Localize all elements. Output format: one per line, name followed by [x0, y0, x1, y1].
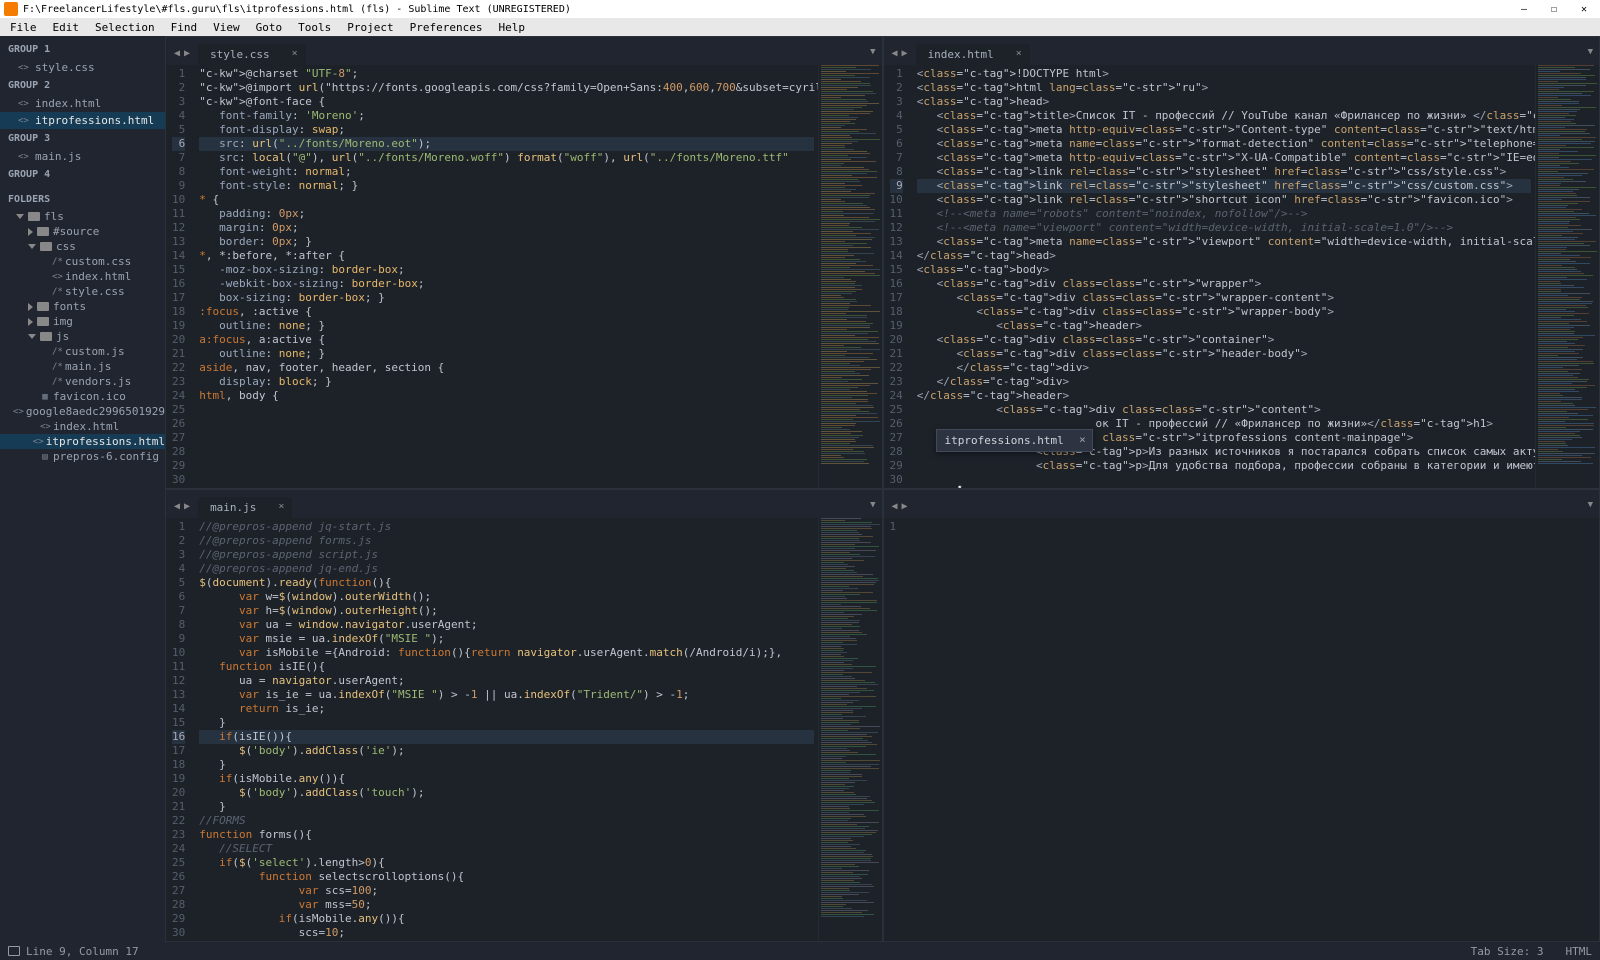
menu-file[interactable]: File [2, 21, 45, 34]
prev-tab-icon[interactable]: ◀ [172, 501, 182, 512]
editor-content[interactable]: //@prepros-append jq-start.js//@prepros-… [195, 518, 817, 941]
file-css-index-html[interactable]: <>index.html [0, 269, 165, 284]
close-tab-icon[interactable]: × [278, 501, 284, 512]
group-3-header[interactable]: GROUP 3 [0, 129, 165, 148]
file-vendors-js[interactable]: /*vendors.js [0, 374, 165, 389]
tab-style-css[interactable]: style.css× [198, 44, 306, 65]
minimap[interactable] [818, 65, 882, 488]
panel-toggle-icon[interactable] [8, 946, 20, 956]
menu-help[interactable]: Help [490, 21, 533, 34]
status-bar: Line 9, Column 17 Tab Size: 3 HTML [0, 942, 1600, 960]
pane-4: ◀▶ ▼ 1 [883, 489, 1600, 942]
folder-css[interactable]: css [0, 239, 165, 254]
minimap[interactable] [818, 518, 882, 941]
group-1-header[interactable]: GROUP 1 [0, 40, 165, 59]
tab-index-html[interactable]: index.html× [916, 44, 1030, 65]
popup-close-icon[interactable]: × [1079, 433, 1086, 446]
pane-menu-icon[interactable]: ▼ [1588, 500, 1593, 510]
pane-menu-icon[interactable]: ▼ [870, 500, 875, 510]
group-2-header[interactable]: GROUP 2 [0, 76, 165, 95]
next-tab-icon[interactable]: ▶ [900, 48, 910, 59]
next-tab-icon[interactable]: ▶ [900, 501, 910, 512]
file-index-html[interactable]: <>index.html [0, 419, 165, 434]
pane-2: ◀▶ index.html× ▼ 12345678910111213141516… [883, 36, 1600, 489]
editor-content[interactable]: <class="c-tag">!DOCTYPE html><class="c-t… [913, 65, 1535, 488]
menu-goto[interactable]: Goto [248, 21, 291, 34]
next-tab-icon[interactable]: ▶ [182, 48, 192, 59]
file-prepros-config[interactable]: ▤prepros-6.config [0, 449, 165, 464]
editor-content[interactable] [906, 518, 1599, 941]
menu-preferences[interactable]: Preferences [402, 21, 491, 34]
menu-edit[interactable]: Edit [45, 21, 88, 34]
pane-3: ◀▶ main.js× ▼ 12345678910111213141516171… [165, 489, 883, 942]
folder-img[interactable]: img [0, 314, 165, 329]
menu-project[interactable]: Project [339, 21, 401, 34]
sidebar: GROUP 1 <>style.css GROUP 2 <>index.html… [0, 36, 165, 942]
close-tab-icon[interactable]: × [292, 48, 298, 59]
app-icon [4, 2, 18, 16]
window-title: F:\FreelancerLifestyle\#fls.guru\fls\itp… [23, 4, 1518, 15]
folder-js[interactable]: js [0, 329, 165, 344]
open-file-index-html[interactable]: <>index.html [0, 95, 165, 112]
file-itprofessions-html[interactable]: <>itprofessions.html [0, 434, 165, 449]
maximize-button[interactable]: ☐ [1548, 3, 1560, 15]
file-google[interactable]: <>google8aedc2996501929 [0, 404, 165, 419]
close-tab-icon[interactable]: × [1016, 48, 1022, 59]
menu-selection[interactable]: Selection [87, 21, 163, 34]
open-file-style-css[interactable]: <>style.css [0, 59, 165, 76]
open-file-main-js[interactable]: <>main.js [0, 148, 165, 165]
file-custom-css[interactable]: /*custom.css [0, 254, 165, 269]
folder-fonts[interactable]: fonts [0, 299, 165, 314]
open-file-itprofessions-html[interactable]: <>itprofessions.html [0, 112, 165, 129]
window-titlebar: F:\FreelancerLifestyle\#fls.guru\fls\itp… [0, 0, 1600, 18]
file-custom-js[interactable]: /*custom.js [0, 344, 165, 359]
prev-tab-icon[interactable]: ◀ [172, 48, 182, 59]
pane-menu-icon[interactable]: ▼ [1588, 47, 1593, 57]
tab-size[interactable]: Tab Size: 3 [1471, 945, 1544, 958]
file-main-js[interactable]: /*main.js [0, 359, 165, 374]
folders-header: FOLDERS [0, 190, 165, 209]
cursor-position: Line 9, Column 17 [26, 945, 139, 958]
menu-find[interactable]: Find [163, 21, 206, 34]
menu-bar: FileEditSelectionFindViewGotoToolsProjec… [0, 18, 1600, 36]
folder-source[interactable]: #source [0, 224, 165, 239]
tab-main-js[interactable]: main.js× [198, 497, 292, 518]
syntax-mode[interactable]: HTML [1566, 945, 1593, 958]
file-style-css[interactable]: /*style.css [0, 284, 165, 299]
file-favicon[interactable]: ▦favicon.ico [0, 389, 165, 404]
menu-tools[interactable]: Tools [290, 21, 339, 34]
autocomplete-popup[interactable]: itprofessions.html× [936, 429, 1093, 452]
pane-1: ◀▶ style.css× ▼ 123456789101112131415161… [165, 36, 883, 489]
minimap[interactable] [1535, 65, 1599, 488]
prev-tab-icon[interactable]: ◀ [890, 501, 900, 512]
next-tab-icon[interactable]: ▶ [182, 501, 192, 512]
close-button[interactable]: ✕ [1578, 3, 1590, 15]
pane-menu-icon[interactable]: ▼ [870, 47, 875, 57]
minimize-button[interactable]: — [1518, 3, 1530, 15]
folder-fls[interactable]: fls [0, 209, 165, 224]
menu-view[interactable]: View [205, 21, 248, 34]
prev-tab-icon[interactable]: ◀ [890, 48, 900, 59]
group-4-header[interactable]: GROUP 4 [0, 165, 165, 184]
editor-content[interactable]: "c-kw">@charset "UTF-8";"c-kw">@import u… [195, 65, 817, 488]
